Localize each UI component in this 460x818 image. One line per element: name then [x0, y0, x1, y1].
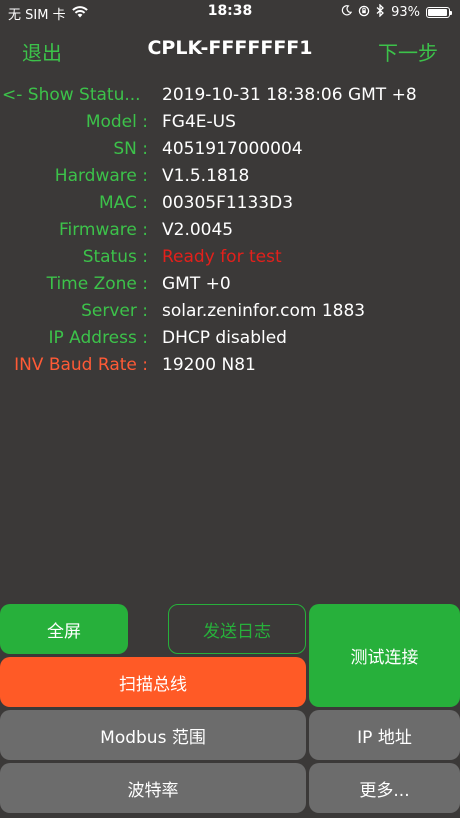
info-row-server: Server : solar.zeninfor.com 1883 — [0, 298, 460, 325]
datetime-value: 2019-10-31 18:38:06 GMT +8 — [162, 85, 417, 105]
ip-address-button[interactable]: IP 地址 — [309, 710, 460, 760]
info-label: Model : — [85, 112, 148, 132]
rotation-lock-icon — [358, 5, 370, 21]
info-value: 00305F1133D3 — [162, 193, 294, 213]
next-step-button[interactable]: 下一步 — [378, 37, 438, 66]
info-value: V1.5.1818 — [162, 166, 250, 186]
more-button[interactable]: 更多... — [309, 763, 460, 813]
baud-rate-button[interactable]: 波特率 — [0, 763, 306, 813]
info-label: IP Address : — [48, 328, 148, 348]
info-value: FG4E-US — [162, 112, 236, 132]
info-row-hardware: Hardware : V1.5.1818 — [0, 163, 460, 190]
info-row-status: Status : Ready for test — [0, 244, 460, 271]
info-value: solar.zeninfor.com 1883 — [162, 301, 366, 321]
test-connection-button[interactable]: 测试连接 — [309, 604, 460, 707]
info-row-mac: MAC : 00305F1133D3 — [0, 190, 460, 217]
bluetooth-icon — [376, 3, 385, 21]
info-label: Hardware : — [54, 166, 148, 186]
info-label: Firmware : — [58, 220, 148, 240]
navigation-bar: 退出 CPLK-FFFFFFF1 下一步 — [0, 24, 460, 76]
info-row-sn: SN : 4051917000004 — [0, 136, 460, 163]
send-log-button[interactable]: 发送日志 — [168, 604, 306, 654]
info-label: INV Baud Rate : — [14, 355, 148, 375]
info-value: 19200 N81 — [162, 355, 256, 375]
status-value: Ready for test — [162, 247, 282, 267]
info-value: GMT +0 — [162, 274, 231, 294]
info-label: Status : — [82, 247, 148, 267]
info-label: Time Zone : — [46, 274, 148, 294]
show-status-link[interactable]: <- Show Statu... — [2, 85, 141, 105]
device-info-list: <- Show Statu... 2019-10-31 18:38:06 GMT… — [0, 82, 460, 379]
info-row-firmware: Firmware : V2.0045 — [0, 217, 460, 244]
info-value: DHCP disabled — [162, 328, 287, 348]
status-bar: 无 SIM 卡 18:38 93% — [0, 0, 460, 24]
scan-bus-button[interactable]: 扫描总线 — [0, 657, 306, 707]
info-value: 4051917000004 — [162, 139, 303, 159]
moon-icon — [341, 5, 353, 20]
battery-percent: 93% — [391, 5, 420, 20]
status-right: 93% — [341, 3, 452, 21]
info-label: Server : — [81, 301, 148, 321]
info-label: SN : — [113, 139, 148, 159]
modbus-range-button[interactable]: Modbus 范围 — [0, 710, 306, 760]
battery-icon — [426, 7, 452, 18]
info-value: V2.0045 — [162, 220, 234, 240]
show-status-row: <- Show Statu... 2019-10-31 18:38:06 GMT… — [0, 82, 460, 109]
fullscreen-button[interactable]: 全屏 — [0, 604, 128, 654]
info-row-inv-baud-rate: INV Baud Rate : 19200 N81 — [0, 352, 460, 379]
info-row-timezone: Time Zone : GMT +0 — [0, 271, 460, 298]
info-label: MAC : — [99, 193, 148, 213]
info-row-model: Model : FG4E-US — [0, 109, 460, 136]
info-row-ip-address: IP Address : DHCP disabled — [0, 325, 460, 352]
battery-level — [428, 9, 447, 16]
